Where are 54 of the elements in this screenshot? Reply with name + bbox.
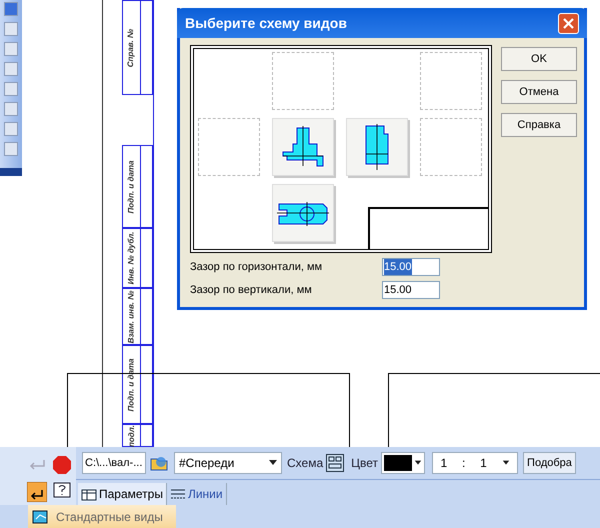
enter-arrow-icon[interactable] [27, 458, 47, 472]
field-label: Зазор по горизонтали, мм [190, 260, 324, 275]
table-icon [81, 487, 97, 501]
view-combobox[interactable]: #Спереди [174, 452, 282, 474]
field-value: 15.00 [384, 282, 412, 298]
top-view-drawing [277, 200, 329, 226]
stamp-label: Справ. № [126, 28, 136, 67]
scale-text: : [462, 455, 466, 472]
dropdown-caret-icon[interactable] [268, 460, 278, 466]
number-field[interactable]: 15.00 [382, 258, 440, 276]
dialog-button[interactable]: Отмена [501, 80, 577, 104]
document-tab[interactable]: Стандартные виды [28, 505, 176, 528]
view-button[interactable] [346, 118, 408, 176]
number-field[interactable]: 15.00 [382, 281, 440, 299]
stamp-label: Инв. № дубл. [126, 232, 136, 284]
tool-icon[interactable] [4, 2, 18, 16]
scheme-label: Схема [287, 455, 324, 472]
tool-icon[interactable] [4, 22, 18, 36]
field-label: Зазор по вертикали, мм [190, 282, 313, 298]
scheme-icon[interactable] [326, 454, 344, 472]
fit-button[interactable]: Подобра [523, 452, 576, 474]
auto-apply-icon[interactable] [27, 482, 47, 502]
stamp-label: Взам. инв. № [126, 290, 136, 343]
tool-icon[interactable] [4, 62, 18, 76]
stamp-label: Подп. и дата [126, 160, 136, 213]
tool-icon[interactable] [4, 82, 18, 96]
dialog-title: Выберите схему видов [185, 14, 347, 33]
path-field[interactable]: C:\...\вал-... [82, 452, 146, 474]
dialog-button[interactable]: Справка [501, 113, 577, 137]
tool-icon[interactable] [4, 122, 18, 136]
empty-view-slot[interactable] [420, 118, 482, 176]
scale-text: 1 [480, 455, 487, 472]
view-button[interactable] [272, 184, 334, 242]
scale-text: 1 [440, 455, 448, 472]
color-picker[interactable] [381, 452, 426, 474]
dropdown-caret-icon[interactable] [502, 460, 510, 466]
dialog-button[interactable]: OK [501, 47, 577, 71]
field-value: 15.00 [384, 258, 412, 276]
tool-icon[interactable] [4, 142, 18, 156]
tool-icon[interactable] [4, 102, 18, 116]
stop-sign-icon[interactable] [53, 456, 71, 474]
scale-field[interactable]: 1 : 1 [432, 452, 518, 474]
stamp-label: подл. [126, 424, 136, 446]
view-button[interactable] [272, 118, 334, 176]
tool-icon[interactable] [4, 42, 18, 56]
lines-icon [170, 488, 186, 500]
close-icon [563, 18, 574, 28]
tab[interactable]: Параметры [78, 483, 167, 505]
color-label: Цвет [351, 455, 378, 472]
close-button[interactable] [558, 12, 579, 34]
empty-view-slot[interactable] [272, 52, 334, 110]
empty-view-slot[interactable] [420, 52, 482, 110]
dropdown-caret-icon[interactable] [414, 460, 422, 466]
empty-view-slot[interactable] [198, 118, 260, 176]
